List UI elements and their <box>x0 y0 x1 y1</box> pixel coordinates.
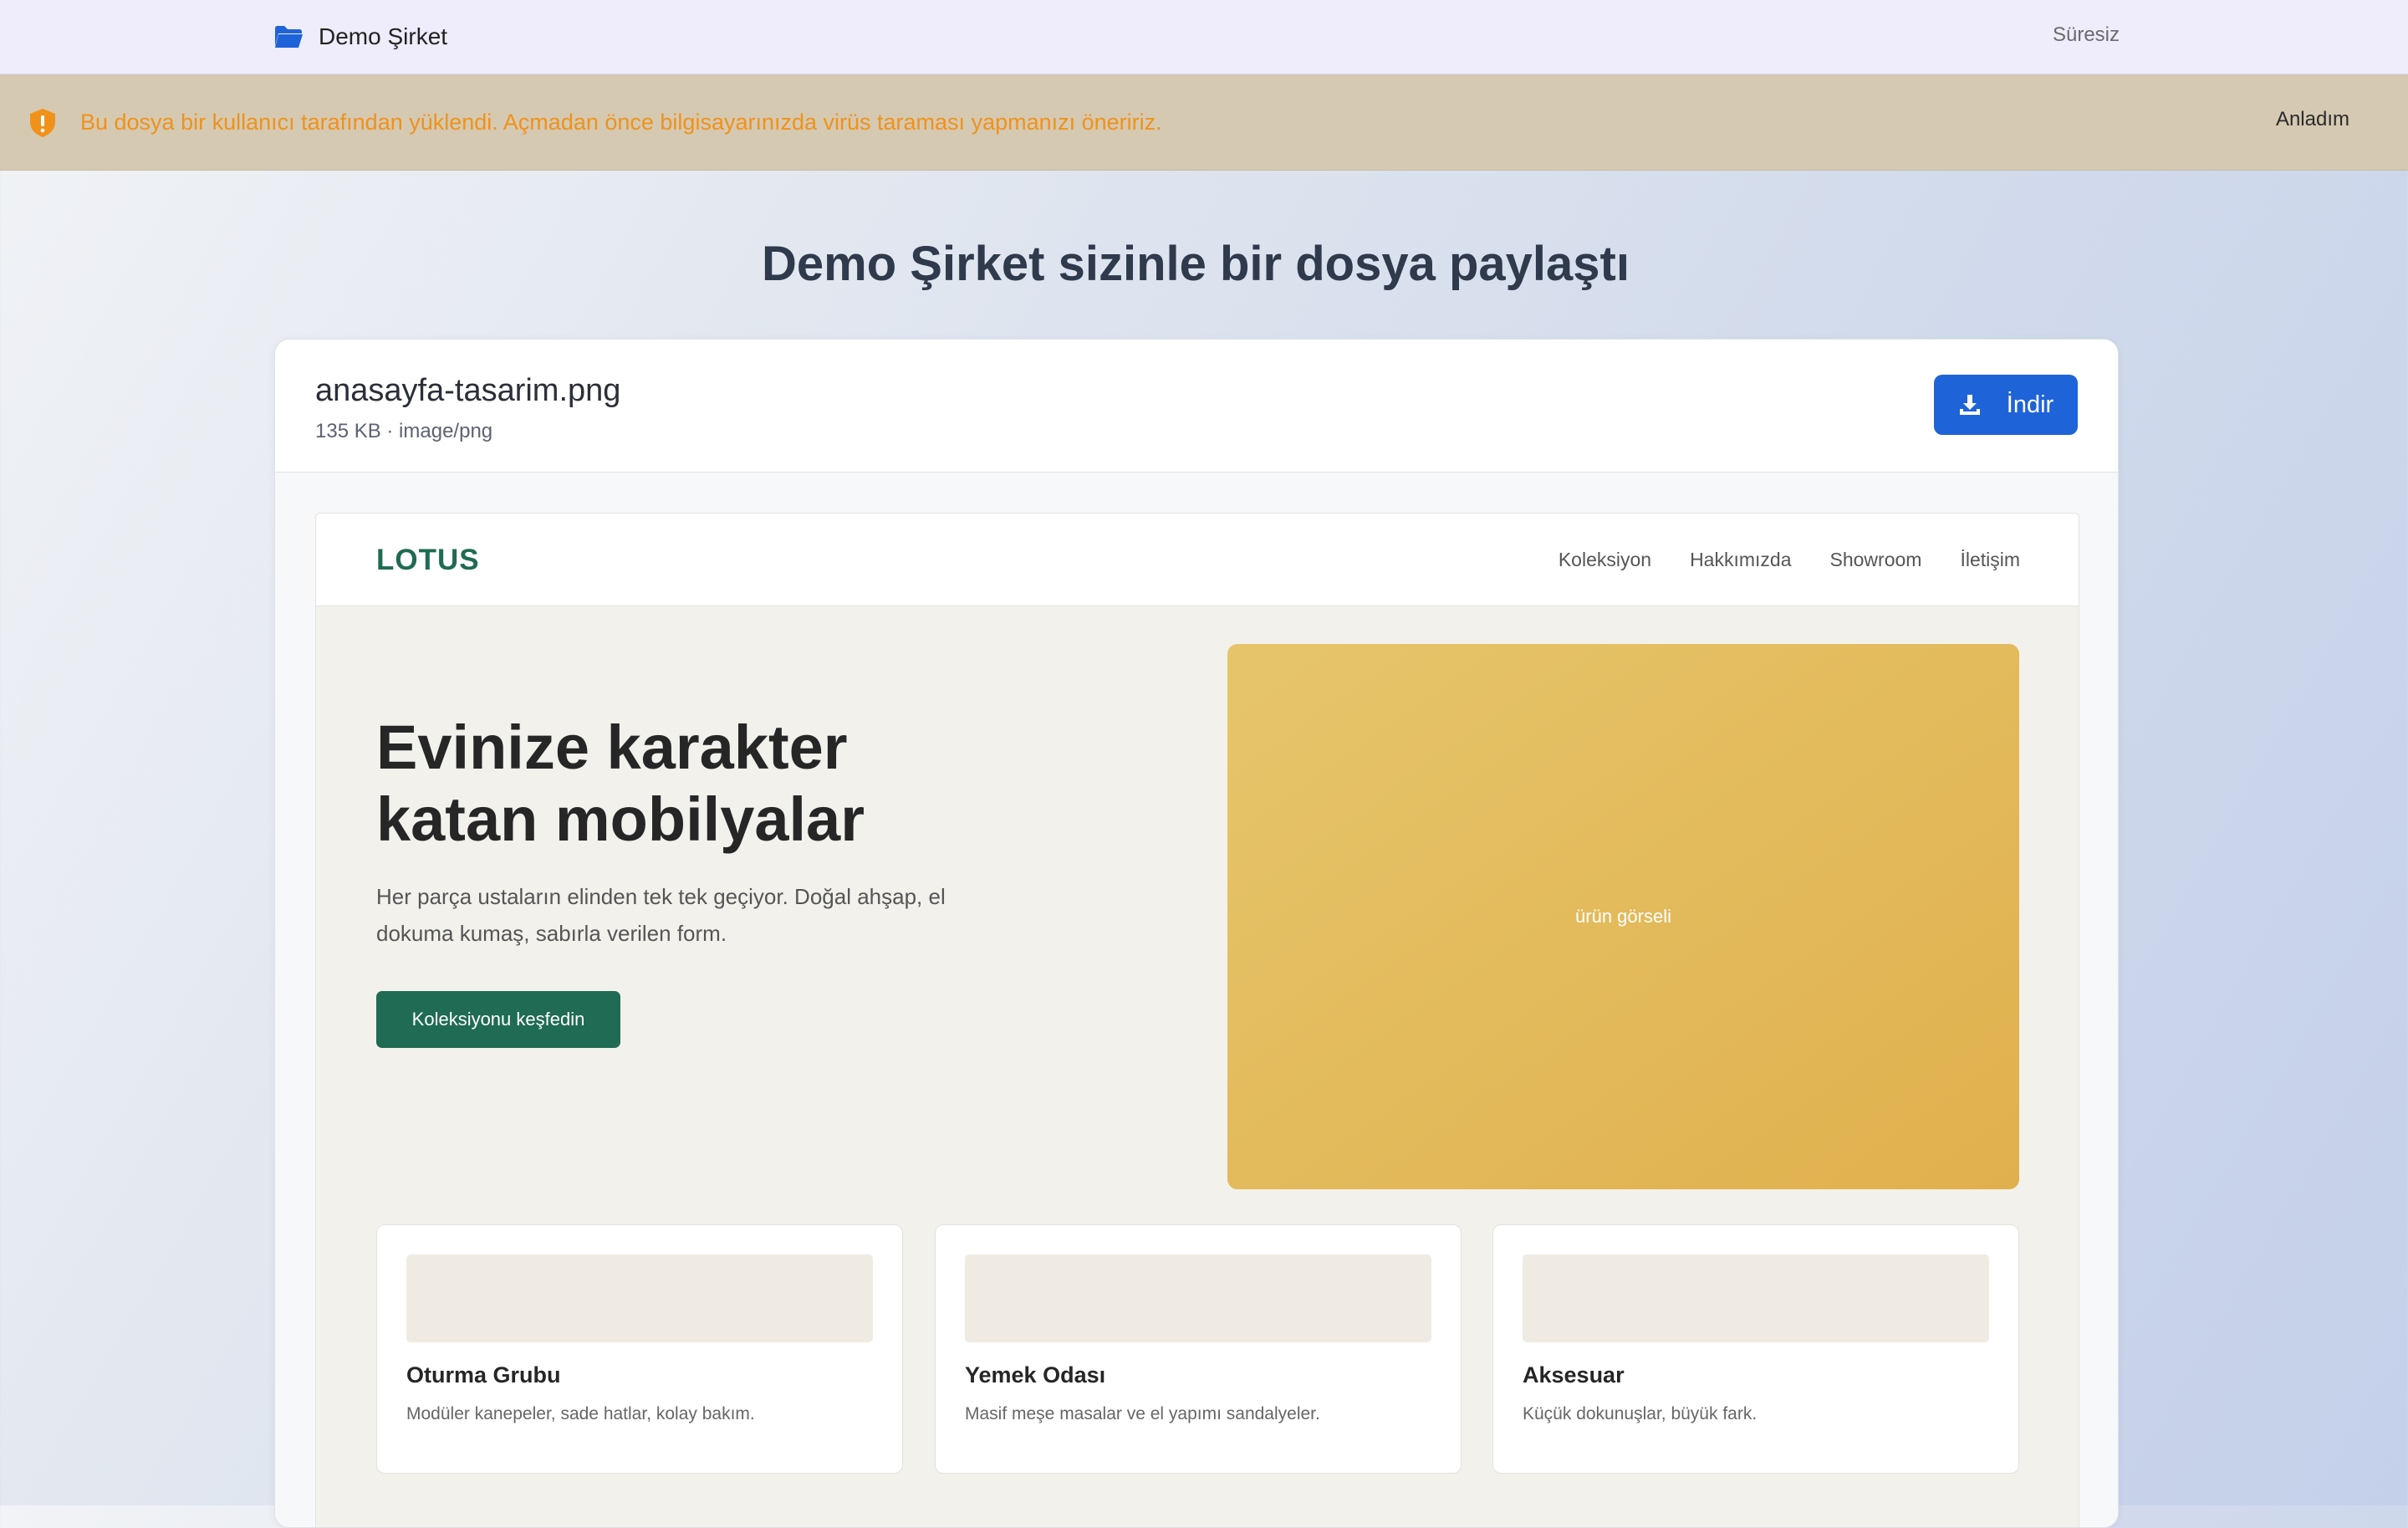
banner-message: Bu dosya bir kullanıcı tarafından yüklen… <box>80 110 1162 135</box>
category-card: Oturma Grubu Modüler kanepeler, sade hat… <box>376 1224 903 1474</box>
hero-title-line2: katan mobilyalar <box>376 784 865 854</box>
file-preview: LOTUS Koleksiyon Hakkımızda Showroom İle… <box>275 473 2118 1527</box>
preview-nav-showroom: Showroom <box>1829 549 1922 570</box>
file-header: anasayfa-tasarim.png 135 KB · image/png … <box>275 340 2118 473</box>
preview-nav-hakkimizda: Hakkımızda <box>1690 549 1792 570</box>
hero-title-line1: Evinize karakter <box>376 713 848 782</box>
category-thumbnail <box>406 1255 873 1342</box>
category-card: Aksesuar Küçük dokunuşlar, büyük fark. <box>1492 1224 2019 1474</box>
category-thumbnail <box>965 1255 1431 1342</box>
category-title: Oturma Grubu <box>406 1362 561 1387</box>
preview-cta-button: Koleksiyonu keşfedin <box>376 991 620 1048</box>
download-icon <box>1959 395 1980 415</box>
folder-icon <box>275 26 303 48</box>
file-card: anasayfa-tasarim.png 135 KB · image/png … <box>274 339 2119 1528</box>
expiry-label: Süresiz <box>2052 23 2120 46</box>
file-name: anasayfa-tasarim.png <box>315 373 621 408</box>
shield-warning-icon <box>30 109 55 137</box>
acknowledge-button[interactable]: Anladım <box>2276 108 2349 131</box>
company-name: Demo Şirket <box>319 23 448 49</box>
virus-warning-banner: Bu dosya bir kullanıcı tarafından yüklen… <box>0 74 2408 171</box>
file-meta: 135 KB · image/png <box>315 420 493 442</box>
category-description: Masif meşe masalar ve el yapımı sandalye… <box>965 1404 1320 1423</box>
preview-logo: LOTUS <box>376 544 480 576</box>
download-button[interactable]: İndir <box>1934 375 2078 435</box>
preview-image: LOTUS Koleksiyon Hakkımızda Showroom İle… <box>315 513 2079 1527</box>
brand: Demo Şirket <box>273 20 447 54</box>
download-label: İndir <box>2006 391 2054 418</box>
preview-nav-links: Koleksiyon Hakkımızda Showroom İletişim <box>1559 549 2020 571</box>
category-title: Aksesuar <box>1523 1362 1625 1387</box>
category-description: Küçük dokunuşlar, büyük fark. <box>1523 1404 1758 1423</box>
preview-hero-title: Evinize karakter katan mobilyalar <box>376 712 1012 856</box>
top-header: Demo Şirket Süresiz <box>0 0 2408 74</box>
product-image-label: ürün görseli <box>1575 906 1671 927</box>
preview-hero-subtitle: Her parça ustaların elinden tek tek geçi… <box>376 884 946 946</box>
preview-nav-iletisim: İletişim <box>1960 549 2020 570</box>
page-title: Demo Şirket sizinle bir dosya paylaştı <box>762 237 1630 291</box>
category-thumbnail <box>1523 1255 1989 1342</box>
preview-nav-koleksiyon: Koleksiyon <box>1558 549 1652 570</box>
category-title: Yemek Odası <box>965 1362 1106 1387</box>
category-card: Yemek Odası Masif meşe masalar ve el yap… <box>935 1224 1462 1474</box>
category-description: Modüler kanepeler, sade hatlar, kolay ba… <box>406 1404 755 1423</box>
preview-navbar: LOTUS Koleksiyon Hakkımızda Showroom İle… <box>316 514 2079 606</box>
preview-product-image: ürün görseli <box>1227 644 2019 1189</box>
